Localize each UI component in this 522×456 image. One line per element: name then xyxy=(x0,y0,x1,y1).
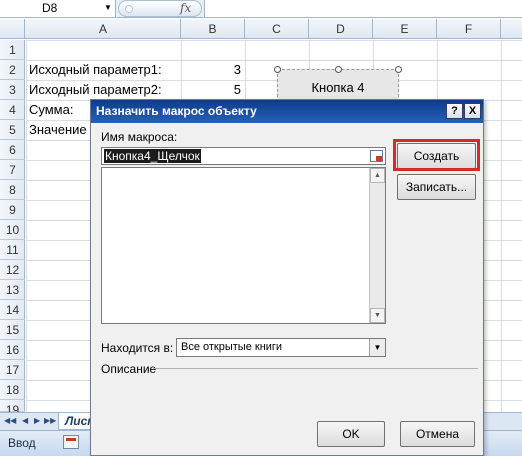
row-headers: 1 2 3 4 5 6 7 8 9 10 11 12 13 14 15 16 1… xyxy=(0,40,25,417)
chevron-down-icon[interactable]: ▼ xyxy=(369,339,385,356)
row-header[interactable]: 3 xyxy=(0,80,25,100)
record-button[interactable]: Записать... xyxy=(397,174,476,200)
last-sheet-icon[interactable]: ▶▶ xyxy=(44,416,56,425)
name-box-dropdown-icon[interactable]: ▼ xyxy=(104,0,112,16)
row-header[interactable]: 18 xyxy=(0,380,25,400)
scroll-up-icon[interactable]: ▲ xyxy=(370,168,385,183)
row-header[interactable]: 13 xyxy=(0,280,25,300)
row-header[interactable]: 8 xyxy=(0,180,25,200)
column-headers: A B C D E F xyxy=(0,19,522,39)
column-header-f[interactable]: F xyxy=(437,19,501,39)
row-header[interactable]: 5 xyxy=(0,120,25,140)
row-header[interactable]: 15 xyxy=(0,320,25,340)
column-header-c[interactable]: C xyxy=(245,19,309,39)
row-header[interactable]: 19 xyxy=(0,400,25,417)
row-header[interactable]: 14 xyxy=(0,300,25,320)
column-header-b[interactable]: B xyxy=(181,19,245,39)
insert-function-icon[interactable]: fx xyxy=(180,1,191,15)
range-select-icon[interactable] xyxy=(370,150,383,162)
first-sheet-icon[interactable]: ◀◀ xyxy=(4,416,16,425)
cell-a3[interactable]: Исходный параметр2: xyxy=(29,80,162,100)
name-box[interactable]: D8 ▼ xyxy=(0,0,116,17)
macro-name-label: Имя макроса: xyxy=(101,130,178,144)
macro-list-scrollbar[interactable]: ▲ ▼ xyxy=(369,168,385,323)
cell-a4[interactable]: Сумма: xyxy=(29,100,73,120)
status-mode: Ввод xyxy=(8,436,36,450)
macro-name-value: Кнопка4_Щелчок xyxy=(104,149,201,163)
next-sheet-icon[interactable]: ▶ xyxy=(34,416,40,425)
dialog-title: Назначить макрос объекту xyxy=(96,104,257,118)
record-macro-icon[interactable] xyxy=(63,435,79,449)
form-button-label: Кнопка 4 xyxy=(311,80,365,95)
gridline xyxy=(501,40,502,412)
scroll-down-icon[interactable]: ▼ xyxy=(370,308,385,323)
description-divider xyxy=(153,368,478,369)
create-button-highlight xyxy=(393,139,480,171)
location-value: Все открытые книги xyxy=(181,341,283,353)
formula-input[interactable] xyxy=(204,0,522,17)
resize-handle[interactable] xyxy=(335,66,342,73)
row-header[interactable]: 12 xyxy=(0,260,25,280)
cell-a2[interactable]: Исходный параметр1: xyxy=(29,60,162,80)
row-header[interactable]: 6 xyxy=(0,140,25,160)
column-header-a[interactable]: A xyxy=(26,19,181,39)
cancel-button[interactable]: Отмена xyxy=(400,421,475,447)
formula-bar: D8 ▼ fx xyxy=(0,0,522,18)
location-label: Находится в: xyxy=(101,341,174,355)
row-header[interactable]: 11 xyxy=(0,240,25,260)
row-header[interactable]: 16 xyxy=(0,340,25,360)
row-header[interactable]: 2 xyxy=(0,60,25,80)
close-button[interactable]: X xyxy=(464,103,481,119)
resize-handle[interactable] xyxy=(274,66,281,73)
prev-sheet-icon[interactable]: ◀ xyxy=(22,416,28,425)
cell-a5[interactable]: Значение xyxy=(29,120,87,140)
dialog-titlebar[interactable]: Назначить макрос объекту ? X xyxy=(91,100,483,123)
assign-macro-dialog: Назначить макрос объекту ? X Имя макроса… xyxy=(90,99,484,456)
ok-button[interactable]: OK xyxy=(317,421,385,447)
description-label: Описание xyxy=(101,362,157,376)
macro-list[interactable]: ▲ ▼ xyxy=(101,167,386,324)
name-box-value: D8 xyxy=(42,1,58,15)
splitter-dot-icon xyxy=(125,5,133,13)
column-header-d[interactable]: D xyxy=(309,19,373,39)
row-header[interactable]: 17 xyxy=(0,360,25,380)
macro-name-input[interactable]: Кнопка4_Щелчок xyxy=(101,147,386,165)
location-select[interactable]: Все открытые книги ▼ xyxy=(176,338,386,357)
row-header[interactable]: 7 xyxy=(0,160,25,180)
row-header[interactable]: 1 xyxy=(0,40,25,60)
row-header[interactable]: 9 xyxy=(0,200,25,220)
select-all-corner[interactable] xyxy=(0,19,25,39)
cell-b2[interactable]: 3 xyxy=(181,60,241,80)
cell-b3[interactable]: 5 xyxy=(181,80,241,100)
row-header[interactable]: 4 xyxy=(0,100,25,120)
help-button[interactable]: ? xyxy=(446,103,463,119)
row-header[interactable]: 10 xyxy=(0,220,25,240)
resize-handle[interactable] xyxy=(395,66,402,73)
column-header-e[interactable]: E xyxy=(373,19,437,39)
